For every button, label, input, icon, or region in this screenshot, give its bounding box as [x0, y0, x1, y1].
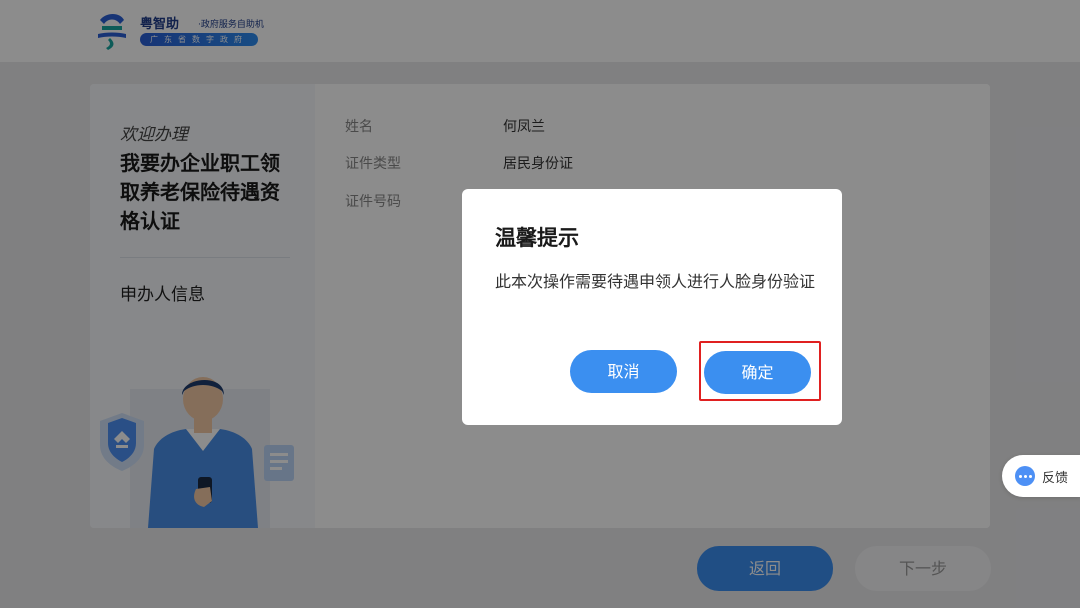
- cancel-button[interactable]: 取消: [570, 350, 677, 393]
- chat-bubble-icon: [1015, 466, 1035, 486]
- dialog-title: 温馨提示: [495, 226, 579, 250]
- confirm-highlight-box: [699, 341, 821, 401]
- feedback-button[interactable]: 反馈: [1002, 455, 1080, 497]
- feedback-label: 反馈: [1042, 471, 1069, 486]
- alert-dialog: 温馨提示 此本次操作需要待遇申领人进行人脸身份验证 取消 确定: [462, 189, 842, 425]
- dialog-message: 此本次操作需要待遇申领人进行人脸身份验证: [495, 272, 816, 291]
